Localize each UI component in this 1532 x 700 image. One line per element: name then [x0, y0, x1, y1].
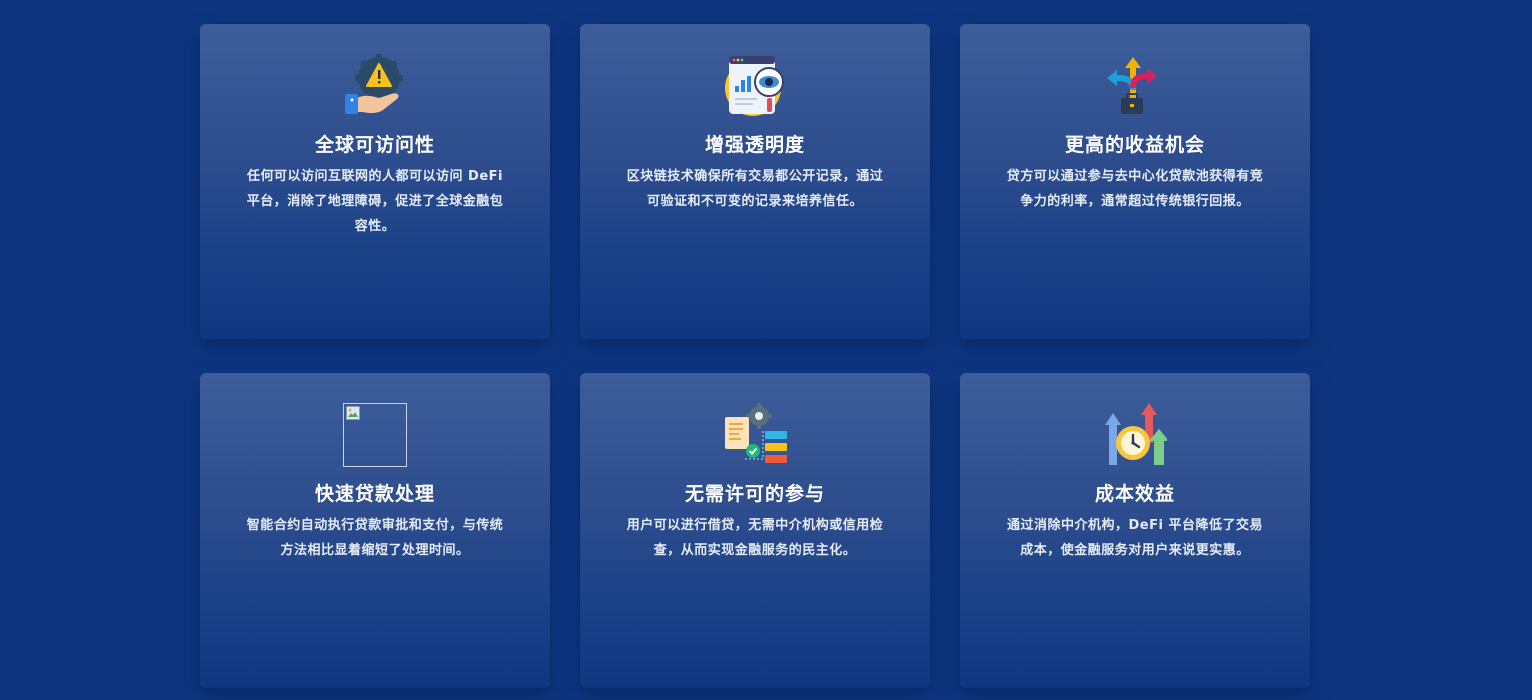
feature-title: 更高的收益机会	[1064, 134, 1205, 156]
feature-title: 成本效益	[1094, 483, 1175, 505]
feature-card-fast-loan: 快速贷款处理 智能合约自动执行贷款审批和支付，与传统方法相比显着缩短了处理时间。	[200, 373, 550, 688]
feature-title: 快速贷款处理	[314, 483, 435, 505]
feature-card-transparency: 增强透明度 区块链技术确保所有交易都公开记录，通过可验证和不可变的记录来培养信任…	[580, 24, 930, 339]
features-section: 全球可访问性 任何可以访问互联网的人都可以访问 DeFi 平台，消除了地理障碍，…	[0, 0, 1532, 700]
analytics-eye-icon	[723, 54, 787, 118]
document-workflow-icon	[723, 403, 787, 467]
feature-description: 智能合约自动执行贷款审批和支付，与传统方法相比显着缩短了处理时间。	[246, 518, 504, 558]
clock-arrows-up-icon	[1103, 403, 1167, 467]
feature-card-global-access: 全球可访问性 任何可以访问互联网的人都可以访问 DeFi 平台，消除了地理障碍，…	[200, 24, 550, 339]
feature-title: 增强透明度	[704, 134, 805, 156]
feature-description: 贷方可以通过参与去中心化贷款池获得有竞争力的利率，通常超过传统银行回报。	[1006, 169, 1264, 209]
feature-card-higher-yield: 更高的收益机会 贷方可以通过参与去中心化贷款池获得有竞争力的利率，通常超过传统银…	[960, 24, 1310, 339]
feature-description: 区块链技术确保所有交易都公开记录，通过可验证和不可变的记录来培养信任。	[626, 169, 884, 209]
arrows-briefcase-icon	[1103, 54, 1167, 118]
feature-description: 任何可以访问互联网的人都可以访问 DeFi 平台，消除了地理障碍，促进了全球金融…	[246, 169, 504, 234]
feature-card-cost-efficiency: 成本效益 通过消除中介机构，DeFi 平台降低了交易成本，使金融服务对用户来说更…	[960, 373, 1310, 688]
feature-description: 用户可以进行借贷，无需中介机构或信用检查，从而实现金融服务的民主化。	[626, 518, 884, 558]
broken-image-icon	[343, 403, 407, 467]
feature-description: 通过消除中介机构，DeFi 平台降低了交易成本，使金融服务对用户来说更实惠。	[1007, 518, 1263, 558]
feature-card-permissionless: 无需许可的参与 用户可以进行借贷，无需中介机构或信用检查，从而实现金融服务的民主…	[580, 373, 930, 688]
feature-title: 全球可访问性	[314, 134, 435, 156]
globe-hand-warning-icon	[343, 54, 407, 118]
feature-title: 无需许可的参与	[684, 483, 825, 505]
